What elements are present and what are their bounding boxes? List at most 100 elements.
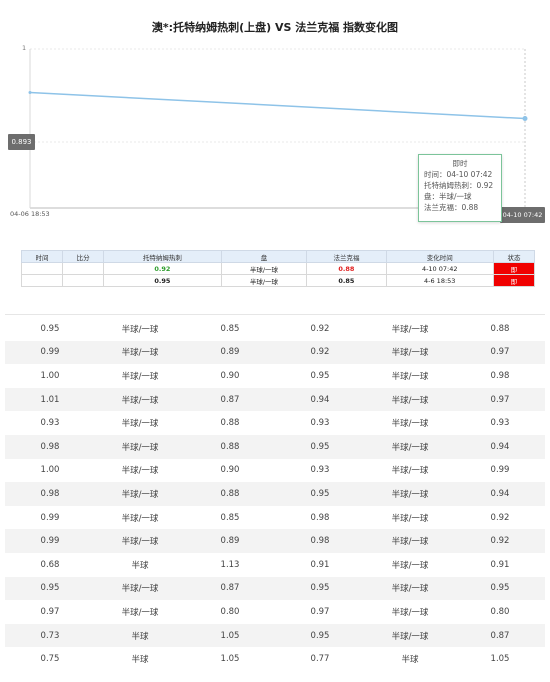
table-cell: 0.95 [40,323,60,334]
table-cell: 0.98 [310,512,330,523]
y-cursor-label: 0.893 [8,134,35,150]
table-row: 0.93 半球/一球 0.88 0.93 半球/一球 0.93 [5,411,545,435]
table-cell: 半球/一球 [121,442,159,453]
table-cell: 0.90 [220,370,240,381]
data-point[interactable] [522,116,528,122]
cell-change-time: 4-6 18:53 [385,274,494,287]
cell-handicap: 半球/一球 [220,262,308,275]
table-row: 0.68 半球 1.13 0.91 半球/一球 0.91 [5,553,545,577]
table-cell: 0.80 [220,606,240,617]
table-cell: 0.92 [490,512,510,523]
cell-score [62,274,105,287]
table-cell: 1.01 [40,394,60,405]
table-row: 1.01 半球/一球 0.87 0.94 半球/一球 0.97 [5,387,545,412]
table-row: 0.95 半球/一球 0.85 4-6 18:53 即 [20,274,536,287]
table-cell: 半球 [401,655,419,666]
table-cell: 0.99 [40,536,60,547]
table-cell: 0.98 [40,441,60,452]
table-cell: 0.87 [220,583,240,594]
table-cell: 半球/一球 [391,584,429,595]
table-cell: 0.73 [40,630,60,641]
table-cell: 0.95 [310,583,330,594]
cell-away: 0.88 [306,262,387,275]
cell-change-time: 4-10 07:42 [385,262,494,275]
table-cell: 0.92 [310,323,330,334]
col-score: 比分 [62,250,105,263]
series-line [29,91,526,120]
col-time: 时间 [20,250,64,263]
table-cell: 半球/一球 [391,419,429,430]
table-cell: 0.97 [490,394,510,405]
table-cell: 0.93 [310,465,330,476]
table-cell: 半球/一球 [391,607,429,618]
table-cell: 半球/一球 [121,513,159,524]
table-cell: 0.80 [490,606,510,617]
table-row: 1.00 半球/一球 0.90 0.93 半球/一球 0.99 [5,459,545,483]
table-cell: 0.93 [490,418,510,429]
table-cell: 0.95 [310,488,330,499]
table-row: 0.99 半球/一球 0.89 0.92 半球/一球 0.97 [5,340,545,365]
table-cell: 半球/一球 [391,560,429,571]
table-row: 0.73 半球 1.05 0.95 半球/一球 0.87 [5,623,545,648]
table-cell: 半球/一球 [391,324,429,335]
table-cell: 0.95 [310,370,330,381]
table-cell: 1.13 [220,559,240,570]
col-away: 法兰克福 [306,250,387,263]
table-cell: 0.92 [310,347,330,358]
table-cell: 半球 [131,631,149,642]
table-row: 0.95 半球/一球 0.87 0.95 半球/一球 0.95 [5,576,545,601]
divider [5,314,545,315]
table-cell: 0.89 [220,347,240,358]
table-cell: 0.95 [310,441,330,452]
table-cell: 0.91 [490,559,510,570]
table-cell: 半球/一球 [391,348,429,359]
chart-tooltip: 即时 时间：04-10 07:42 托特纳姆热刺：0.92 盘：半球/一球 法兰… [418,154,502,222]
table-cell: 半球/一球 [121,584,159,595]
table-cell: 0.90 [220,465,240,476]
table-cell: 0.93 [310,418,330,429]
odds-summary-table: 时间 比分 托特纳姆热刺 盘 法兰克福 变化时间 状态 0.92 半球/一球 0… [20,250,536,287]
col-handicap: 盘 [220,250,308,263]
table-cell: 半球/一球 [391,466,429,477]
table-cell: 0.97 [310,606,330,617]
table-cell: 0.98 [40,488,60,499]
table-row: 0.95 半球/一球 0.85 0.92 半球/一球 0.88 [5,317,545,341]
table-cell: 0.93 [40,418,60,429]
table-cell: 0.77 [310,654,330,665]
tooltip-header: 即时 [452,159,468,168]
table-cell: 半球/一球 [121,607,159,618]
table-cell: 1.05 [220,630,240,641]
status-badge: 即 [492,262,536,275]
tooltip-away: 法兰克福：0.88 [424,203,479,212]
tooltip-home: 托特纳姆热刺：0.92 [424,181,494,190]
table-cell: 半球/一球 [391,442,429,453]
table-cell: 0.87 [490,630,510,641]
cell-home: 0.92 [103,262,222,275]
table-cell: 0.99 [40,512,60,523]
col-change-time: 变化时间 [385,250,494,263]
cell-handicap: 半球/一球 [220,274,308,287]
table-cell: 0.99 [40,347,60,358]
table-cell: 0.88 [220,488,240,499]
table-row: 0.99 半球/一球 0.85 0.98 半球/一球 0.92 [5,506,545,530]
table-cell: 0.94 [310,394,330,405]
table-cell: 半球/一球 [391,371,429,382]
table-cell: 半球/一球 [121,395,159,406]
cell-score [62,262,105,275]
table-cell: 1.05 [220,654,240,665]
odds-history-table: 0.95 半球/一球 0.85 0.92 半球/一球 0.88 0.99 半球/一球 0.89 0… [5,317,545,671]
data-point[interactable] [28,90,32,94]
table-cell: 0.85 [220,323,240,334]
table-cell: 半球 [131,655,149,666]
table-cell: 半球/一球 [121,466,159,477]
table-cell: 0.88 [220,418,240,429]
table-cell: 0.89 [220,536,240,547]
status-badge: 即 [492,274,536,287]
col-status: 状态 [492,250,536,263]
table-cell: 0.99 [490,465,510,476]
table-cell: 1.00 [40,465,60,476]
table-cell: 0.75 [40,654,60,665]
table-cell: 0.95 [490,583,510,594]
table-cell: 半球/一球 [121,489,159,500]
table-cell: 半球/一球 [391,395,429,406]
